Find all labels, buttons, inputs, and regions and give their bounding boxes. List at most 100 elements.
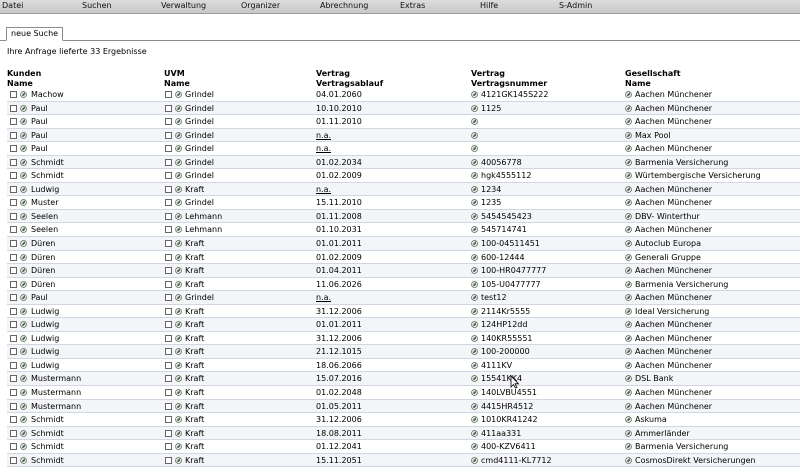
- cell-vertragsnummer[interactable]: 1235: [481, 198, 501, 208]
- cell-kunde[interactable]: Paul: [31, 293, 48, 303]
- uvm-checkbox[interactable]: [165, 429, 172, 437]
- uvm-checkbox[interactable]: [165, 240, 172, 248]
- cell-uvm[interactable]: Lehmann: [185, 212, 222, 222]
- link-icon[interactable]: [625, 267, 632, 274]
- link-icon[interactable]: [471, 402, 478, 410]
- cell-gesellschaft[interactable]: Aachen Münchener: [635, 347, 712, 357]
- link-icon[interactable]: [20, 104, 27, 112]
- cell-gesellschaft[interactable]: Ideal Versicherung: [635, 307, 709, 317]
- cell-uvm[interactable]: Grindel: [185, 90, 214, 100]
- header-gesellschaft[interactable]: Gesellschaft Name: [625, 69, 681, 89]
- link-icon[interactable]: [625, 240, 632, 247]
- cell-uvm[interactable]: Kraft: [185, 429, 204, 439]
- table-row[interactable]: Muster Grindel 15.11.2010 1235 Aachen Münche…: [7, 196, 800, 210]
- cell-uvm[interactable]: Kraft: [185, 361, 204, 371]
- link-icon[interactable]: [471, 199, 478, 207]
- table-row[interactable]: Mustermann Kraft 01.05.2011 4415HR4512 Aache…: [7, 399, 800, 414]
- link-icon[interactable]: [175, 321, 182, 329]
- link-icon[interactable]: [471, 118, 478, 125]
- link-icon[interactable]: [20, 199, 27, 207]
- uvm-checkbox[interactable]: [165, 199, 172, 207]
- uvm-checkbox[interactable]: [165, 375, 172, 383]
- uvm-checkbox[interactable]: [165, 158, 172, 166]
- link-icon[interactable]: [471, 253, 478, 261]
- table-row[interactable]: Schmidt Kraft 18.08.2011 411aa331 Ammerlände…: [7, 426, 800, 441]
- link-icon[interactable]: [175, 348, 182, 356]
- link-icon[interactable]: [471, 280, 478, 288]
- cell-kunde[interactable]: Paul: [31, 131, 48, 141]
- cell-gesellschaft[interactable]: Askuma: [635, 415, 667, 425]
- link-icon[interactable]: [471, 375, 478, 383]
- table-row[interactable]: Paul Grindel 01.11.2010 Aachen Münchener: [7, 115, 800, 129]
- link-icon[interactable]: [20, 91, 27, 98]
- link-icon[interactable]: [20, 213, 27, 220]
- uvm-checkbox[interactable]: [165, 443, 172, 451]
- link-icon[interactable]: [625, 307, 632, 315]
- table-row[interactable]: Ludwig Kraft 31.12.2006 140KR55551 Aachen Mü…: [7, 332, 800, 346]
- kunde-checkbox[interactable]: [10, 443, 17, 451]
- cell-vertragsnummer[interactable]: 1234: [481, 185, 501, 195]
- table-row[interactable]: Ludwig Kraft n.a. 1234 Aachen Münchener: [7, 182, 800, 197]
- link-icon[interactable]: [20, 416, 27, 423]
- uvm-checkbox[interactable]: [165, 334, 172, 342]
- table-row[interactable]: Ludwig Kraft 18.06.2066 4111KV Aachen Münche…: [7, 359, 800, 373]
- link-icon[interactable]: [625, 334, 632, 342]
- cell-uvm[interactable]: Kraft: [185, 388, 204, 398]
- kunde-checkbox[interactable]: [10, 375, 17, 383]
- cell-vertragsnummer[interactable]: 105-U0477777: [481, 280, 541, 290]
- link-icon[interactable]: [625, 213, 632, 220]
- cell-gesellschaft[interactable]: Aachen Münchener: [635, 117, 712, 127]
- link-icon[interactable]: [20, 118, 27, 125]
- link-icon[interactable]: [175, 402, 182, 410]
- cell-vertragsnummer[interactable]: 100-200000: [481, 347, 530, 357]
- link-icon[interactable]: [625, 91, 632, 98]
- link-icon[interactable]: [471, 348, 478, 356]
- menu-abrechnung[interactable]: Abrechnung: [320, 1, 368, 10]
- cell-vertragsnummer[interactable]: cmd4111-KL7712: [481, 456, 552, 466]
- cell-vertragsnummer[interactable]: 124HP12dd: [481, 320, 527, 330]
- link-icon[interactable]: [471, 443, 478, 451]
- link-icon[interactable]: [625, 294, 632, 302]
- cell-kunde[interactable]: Schmidt: [31, 158, 64, 168]
- cell-uvm[interactable]: Kraft: [185, 307, 204, 317]
- cell-kunde[interactable]: Seelen: [31, 225, 58, 235]
- link-icon[interactable]: [20, 267, 27, 274]
- uvm-checkbox[interactable]: [165, 104, 172, 112]
- link-icon[interactable]: [471, 362, 478, 369]
- kunde-checkbox[interactable]: [10, 185, 17, 193]
- link-icon[interactable]: [625, 429, 632, 437]
- kunde-checkbox[interactable]: [10, 212, 17, 220]
- menu-organizer[interactable]: Organizer: [241, 1, 280, 10]
- link-icon[interactable]: [625, 456, 632, 464]
- uvm-checkbox[interactable]: [165, 348, 172, 356]
- table-row[interactable]: Seelen Lehmann 01.10.2031 545714741 Aachen M…: [7, 223, 800, 238]
- link-icon[interactable]: [175, 294, 182, 302]
- table-row[interactable]: Düren Kraft 01.04.2011 100-HR0477777 Aachen …: [7, 264, 800, 278]
- link-icon[interactable]: [471, 213, 478, 220]
- link-icon[interactable]: [20, 158, 27, 166]
- menu-extras[interactable]: Extras: [400, 1, 425, 10]
- cell-vertragsnummer[interactable]: 2114Kr5555: [481, 307, 530, 317]
- uvm-checkbox[interactable]: [165, 131, 172, 139]
- cell-vertragsnummer[interactable]: 1125: [481, 104, 501, 114]
- cell-kunde[interactable]: Paul: [31, 144, 48, 154]
- kunde-checkbox[interactable]: [10, 361, 17, 369]
- cell-uvm[interactable]: Kraft: [185, 239, 204, 249]
- uvm-checkbox[interactable]: [165, 267, 172, 275]
- kunde-checkbox[interactable]: [10, 334, 17, 342]
- cell-kunde[interactable]: Machow: [31, 90, 64, 100]
- link-icon[interactable]: [471, 145, 478, 153]
- cell-kunde[interactable]: Mustermann: [31, 374, 81, 384]
- link-icon[interactable]: [625, 321, 632, 329]
- link-icon[interactable]: [175, 199, 182, 207]
- kunde-checkbox[interactable]: [10, 294, 17, 302]
- cell-kunde[interactable]: Ludwig: [31, 334, 59, 344]
- cell-vertragsnummer[interactable]: 545714741: [481, 225, 527, 235]
- kunde-checkbox[interactable]: [10, 253, 17, 261]
- cell-vertragsablauf[interactable]: n.a.: [316, 185, 331, 195]
- link-icon[interactable]: [471, 131, 478, 139]
- cell-vertragsablauf[interactable]: n.a.: [316, 293, 331, 303]
- link-icon[interactable]: [625, 104, 632, 112]
- cell-uvm[interactable]: Kraft: [185, 456, 204, 466]
- cell-gesellschaft[interactable]: Aachen Münchener: [635, 388, 712, 398]
